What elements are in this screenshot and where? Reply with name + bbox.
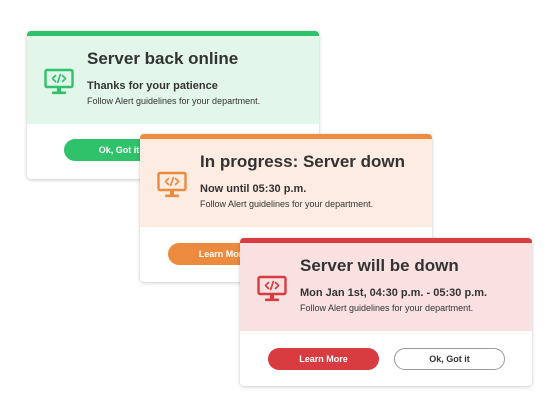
monitor-code-icon <box>44 68 74 95</box>
monitor-code-icon <box>257 275 287 302</box>
alert-subtitle: Now until 05:30 p.m. <box>200 183 307 195</box>
alert-card-scheduled: Server will be down Mon Jan 1st, 04:30 p… <box>240 238 532 386</box>
monitor-code-icon <box>157 171 187 198</box>
alert-subtitle: Thanks for your patience <box>87 80 218 92</box>
alert-message: Follow Alert guidelines for your departm… <box>200 199 374 209</box>
alert-title: Server will be down <box>300 256 459 275</box>
alert-header: Server back online Thanks for your patie… <box>27 36 319 124</box>
alert-title: Server back online <box>87 49 239 68</box>
learn-more-button[interactable]: Learn More <box>268 348 379 370</box>
ok-got-it-button[interactable]: Ok, Got it <box>394 348 505 370</box>
alert-header: Server will be down Mon Jan 1st, 04:30 p… <box>240 243 532 331</box>
alert-subtitle: Mon Jan 1st, 04:30 p.m. - 05:30 p.m. <box>300 287 488 299</box>
alert-message: Follow Alert guidelines for your departm… <box>300 303 474 313</box>
alert-header: In progress: Server down Now until 05:30… <box>140 139 432 227</box>
alert-message: Follow Alert guidelines for your departm… <box>87 96 261 106</box>
alert-title: In progress: Server down <box>200 152 405 171</box>
